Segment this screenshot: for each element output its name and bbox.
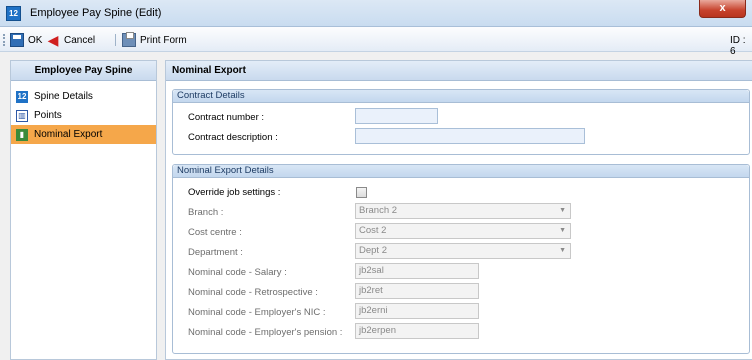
contract-description-label: Contract description : — [188, 132, 278, 143]
branch-label: Branch : — [188, 207, 224, 218]
contract-description-input[interactable] — [355, 128, 585, 144]
points-icon: ▥ — [16, 109, 28, 122]
print-form-label: Print Form — [140, 34, 187, 46]
nav-item-label: Nominal Export — [34, 129, 103, 140]
page-title: Nominal Export — [166, 61, 752, 81]
branch-select[interactable]: Branch 2 ▼ — [355, 203, 571, 219]
nominal-export-details-header: Nominal Export Details — [173, 165, 749, 178]
retrospective-code-input[interactable]: jb2ret — [355, 283, 479, 299]
window-title: Employee Pay Spine (Edit) — [30, 7, 162, 19]
override-checkbox[interactable] — [356, 187, 367, 198]
employer-pension-code-label: Nominal code - Employer's pension : — [188, 327, 343, 338]
nav-item-label: Spine Details — [34, 91, 93, 102]
close-button[interactable]: x — [699, 0, 746, 18]
nav-item-nominal-export[interactable]: ▮ Nominal Export — [11, 125, 156, 144]
contract-number-label: Contract number : — [188, 112, 265, 123]
save-icon — [10, 33, 24, 47]
record-id: ID : 6 — [730, 35, 746, 57]
print-form-button[interactable]: Print Form — [122, 32, 187, 48]
main-panel: Nominal Export Contract Details Contract… — [165, 60, 752, 360]
cancel-button[interactable]: ◀ Cancel — [46, 32, 96, 48]
toolbar: OK ◀ Cancel Print Form ID : 6 — [0, 27, 752, 57]
salary-code-input[interactable]: jb2sal — [355, 263, 479, 279]
print-icon — [122, 32, 136, 47]
nav-header: Employee Pay Spine — [11, 61, 156, 81]
chevron-down-icon: ▼ — [559, 227, 566, 234]
employer-pension-code-input[interactable]: jb2erpen — [355, 323, 479, 339]
app-icon: 12 — [6, 6, 21, 21]
employer-nic-code-label: Nominal code - Employer's NIC : — [188, 307, 326, 318]
toolbar-separator — [115, 34, 116, 46]
branch-value: Branch 2 — [359, 205, 398, 216]
nominal-export-icon: ▮ — [16, 128, 28, 141]
cost-centre-select[interactable]: Cost 2 ▼ — [355, 223, 571, 239]
department-value: Dept 2 — [359, 245, 387, 256]
override-label: Override job settings : — [188, 187, 281, 198]
contract-number-input[interactable] — [355, 108, 438, 124]
nominal-export-details-group: Nominal Export Details Override job sett… — [172, 164, 750, 354]
salary-code-label: Nominal code - Salary : — [188, 267, 287, 278]
title-bar: 12 Employee Pay Spine (Edit) x — [0, 0, 752, 27]
cost-centre-label: Cost centre : — [188, 227, 242, 238]
department-select[interactable]: Dept 2 ▼ — [355, 243, 571, 259]
nav-panel: Employee Pay Spine 12 Spine Details ▥ Po… — [10, 60, 157, 360]
spine-details-icon: 12 — [16, 90, 28, 103]
nav-item-label: Points — [34, 110, 62, 121]
back-arrow-icon: ◀ — [47, 32, 59, 48]
contract-details-group: Contract Details Contract number : Contr… — [172, 89, 750, 155]
department-label: Department : — [188, 247, 243, 258]
nav-item-spine-details[interactable]: 12 Spine Details — [11, 87, 156, 106]
ok-button[interactable]: OK — [10, 32, 42, 48]
nav-item-points[interactable]: ▥ Points — [11, 106, 156, 125]
employer-nic-code-input[interactable]: jb2erni — [355, 303, 479, 319]
toolbar-grip[interactable] — [3, 34, 5, 46]
contract-details-header: Contract Details — [173, 90, 749, 103]
ok-label: OK — [28, 34, 43, 46]
retrospective-code-label: Nominal code - Retrospective : — [188, 287, 318, 298]
cost-centre-value: Cost 2 — [359, 225, 387, 236]
chevron-down-icon: ▼ — [559, 247, 566, 254]
chevron-down-icon: ▼ — [559, 207, 566, 214]
cancel-label: Cancel — [64, 34, 96, 46]
